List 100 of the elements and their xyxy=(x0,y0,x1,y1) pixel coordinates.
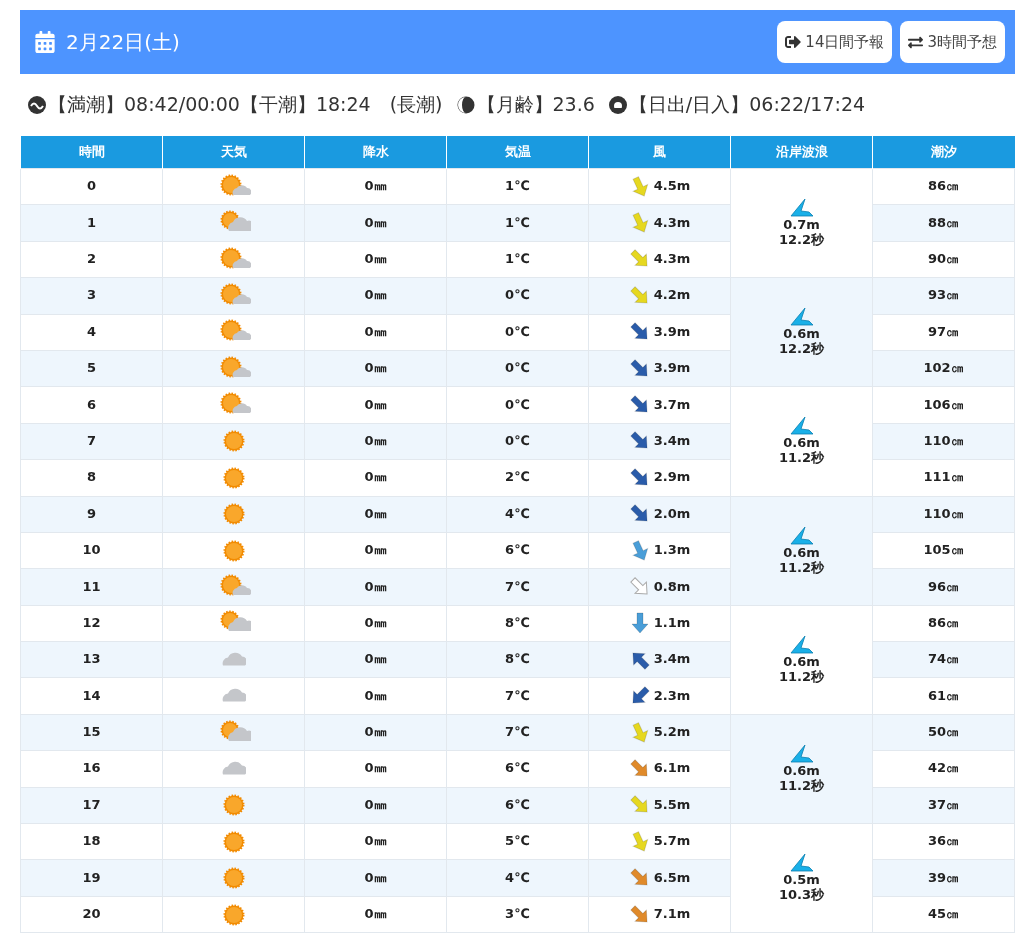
wind-speed: 0.8m xyxy=(653,579,691,595)
hour-cell: 3 xyxy=(86,287,96,303)
column-header: 時間 xyxy=(20,136,163,169)
tide-level-cell: 111㎝ xyxy=(923,469,964,485)
temperature-cell: 0℃ xyxy=(505,396,530,412)
temperature-cell: 4℃ xyxy=(505,505,530,521)
wave-period: 12.2秒 xyxy=(778,342,825,358)
wave-period: 11.2秒 xyxy=(778,560,825,576)
hour-cell: 4 xyxy=(86,323,96,339)
temperature-cell: 1℃ xyxy=(505,178,530,194)
tide-level-cell: 50㎝ xyxy=(927,724,960,740)
wave-direction-icon xyxy=(788,634,815,655)
wave-height: 0.6m xyxy=(783,436,820,451)
precipitation-cell: 0㎜ xyxy=(364,323,387,339)
wind-speed: 4.5m xyxy=(653,179,691,195)
tide-level-cell: 96㎝ xyxy=(927,578,960,594)
precipitation-cell: 0㎜ xyxy=(364,287,387,303)
temperature-cell: 0℃ xyxy=(505,360,530,376)
date-title: 2月22日(土) xyxy=(66,28,181,56)
temperature-cell: 3℃ xyxy=(505,906,530,922)
tide-level-cell: 39㎝ xyxy=(927,869,960,885)
column-header: 気温 xyxy=(446,136,589,169)
hour-cell: 8 xyxy=(86,469,96,485)
precipitation-cell: 0㎜ xyxy=(364,251,387,266)
temperature-cell: 1℃ xyxy=(505,251,530,266)
temperature-cell: 6℃ xyxy=(505,760,530,776)
wave-direction-icon xyxy=(788,744,815,764)
wind-speed: 1.1m xyxy=(653,615,691,631)
precipitation-cell: 0㎜ xyxy=(364,214,387,230)
hour-cell: 20 xyxy=(82,906,101,922)
swap-arrows-icon xyxy=(908,34,924,50)
temperature-cell: 7℃ xyxy=(505,687,530,703)
tide-level-cell: 106㎝ xyxy=(923,396,964,412)
wave-period: 10.3秒 xyxy=(778,888,825,904)
temperature-cell: 0℃ xyxy=(505,323,530,339)
precipitation-cell: 0㎜ xyxy=(364,833,387,849)
forecast-14day-button[interactable]: 14日間予報 xyxy=(777,21,893,63)
wind-speed: 3.9m xyxy=(653,324,691,340)
hour-cell: 10 xyxy=(82,542,101,558)
tide-level-cell: 36㎝ xyxy=(927,833,960,849)
temperature-cell: 1℃ xyxy=(505,214,530,230)
precipitation-cell: 0㎜ xyxy=(364,578,387,594)
hour-cell: 14 xyxy=(82,687,101,703)
wind-speed: 3.9m xyxy=(653,361,691,377)
forecast-3hour-button[interactable]: 3時間予想 xyxy=(900,21,1005,63)
column-header: 天気 xyxy=(162,136,305,169)
wind-speed: 5.7m xyxy=(653,834,691,850)
temperature-cell: 0℃ xyxy=(505,432,530,448)
wind-speed: 2.0m xyxy=(653,506,691,522)
wind-speed: 7.1m xyxy=(653,907,691,922)
wave-direction-icon xyxy=(788,853,815,874)
tide-times: 【満潮】08:42/00:00【干潮】18:24 (長潮) xyxy=(48,92,443,117)
wind-speed: 3.4m xyxy=(653,433,691,449)
hour-cell: 9 xyxy=(86,505,96,521)
wave-direction-icon xyxy=(788,416,815,437)
hour-cell: 0 xyxy=(86,178,96,194)
wind-speed: 5.5m xyxy=(653,797,691,813)
tide-level-cell: 42㎝ xyxy=(927,760,960,776)
tide-level-cell: 86㎝ xyxy=(927,178,960,194)
wave-period: 11.2秒 xyxy=(778,669,825,685)
wind-speed: 3.7m xyxy=(653,397,691,413)
precipitation-cell: 0㎜ xyxy=(364,360,387,376)
tide-level-cell: 61㎝ xyxy=(927,687,960,703)
temperature-cell: 7℃ xyxy=(505,578,530,594)
wave-period: 11.2秒 xyxy=(778,778,825,794)
precipitation-cell: 0㎜ xyxy=(364,542,387,558)
tide-level-cell: 86㎝ xyxy=(927,614,960,630)
wave-direction-icon xyxy=(788,307,815,328)
sunrise-sunset: 【日出/日入】06:22/17:24 xyxy=(628,92,866,117)
precipitation-cell: 0㎜ xyxy=(364,651,387,667)
tide-level-cell: 102㎝ xyxy=(923,360,964,376)
temperature-cell: 4℃ xyxy=(505,869,530,885)
precipitation-cell: 0㎜ xyxy=(364,396,387,412)
wave-height: 0.7m xyxy=(783,218,820,233)
wave-height: 0.6m xyxy=(783,327,820,342)
wave-direction-icon xyxy=(788,525,815,546)
hour-cell: 5 xyxy=(86,360,96,376)
precipitation-cell: 0㎜ xyxy=(364,687,387,703)
precipitation-cell: 0㎜ xyxy=(364,469,387,485)
precipitation-cell: 0㎜ xyxy=(364,178,387,194)
tide-level-cell: 97㎝ xyxy=(927,323,960,339)
hour-cell: 17 xyxy=(82,796,101,812)
precipitation-cell: 0㎜ xyxy=(364,796,387,812)
temperature-cell: 6℃ xyxy=(505,542,530,558)
wind-speed: 3.4m xyxy=(653,652,691,668)
tide-level-cell: 45㎝ xyxy=(927,906,960,922)
column-header: 潮汐 xyxy=(872,136,1015,169)
hour-cell: 16 xyxy=(82,760,101,776)
hour-cell: 7 xyxy=(86,432,96,448)
wave-period: 12.2秒 xyxy=(778,233,825,248)
wind-speed: 6.5m xyxy=(653,870,691,886)
wind-speed: 4.2m xyxy=(653,288,691,304)
hour-cell: 18 xyxy=(82,833,101,849)
wind-speed: 4.3m xyxy=(653,252,691,267)
moon-age: 【月齢】23.6 xyxy=(476,92,595,117)
column-header: 沿岸波浪 xyxy=(730,136,873,169)
hour-cell: 1 xyxy=(86,214,96,230)
wind-speed: 5.2m xyxy=(653,725,691,740)
tide-icon xyxy=(28,96,46,114)
hour-cell: 13 xyxy=(82,651,101,667)
